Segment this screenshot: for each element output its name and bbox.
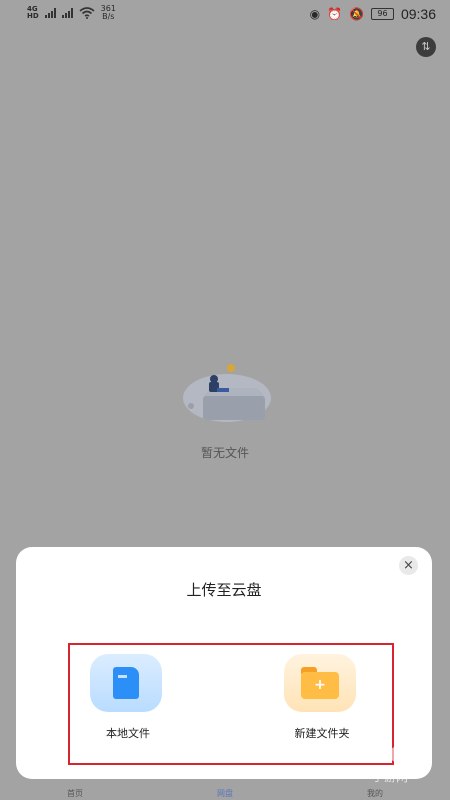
tab-mine-label: 我的 [367,789,383,798]
tab-home-label: 首页 [67,789,83,798]
status-left: 4G HD 361 B/s [27,5,116,21]
tab-cloud-disk-label: 网盘 [217,789,233,798]
battery-icon: 96 [370,8,394,20]
alarm-icon: ⏰ [327,7,342,21]
status-bar: 4G HD 361 B/s ◉ ⏰ 🔕 96 09:36 [0,0,450,30]
sort-icon[interactable]: ⇅ [416,37,436,57]
status-right: ◉ ⏰ 🔕 96 09:36 [310,6,436,22]
signal-icon [44,8,56,18]
mute-icon: 🔕 [349,7,364,21]
clock: 09:36 [400,6,436,22]
net-speed-unit: B/s [102,12,115,21]
sim2-label: HD [27,12,39,20]
watermark-logo: 289com [330,736,432,769]
watermark-subtitle: 手游网 [372,770,409,784]
net-speed: 361 B/s [101,5,116,21]
eye-icon: ◉ [309,7,321,21]
sim-indicator: 4G HD [27,6,39,20]
close-icon[interactable]: × [399,556,418,575]
wifi-icon [79,7,95,19]
signal-icon-2 [61,8,73,18]
sheet-title: 上传至云盘 [186,581,262,599]
empty-state-illustration [183,364,271,422]
empty-state-text: 暂无文件 [200,446,249,460]
